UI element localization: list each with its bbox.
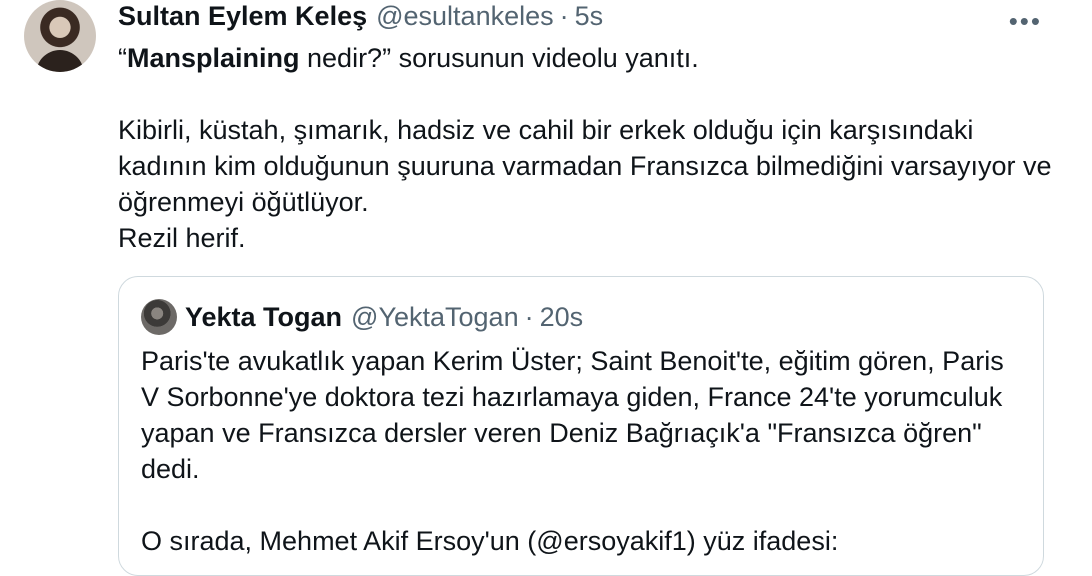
tweet-text-open-quote: “ (118, 43, 127, 73)
tweet-header: Sultan Eylem Keleş @esultankeles · 5s (118, 0, 603, 32)
quoted-tweet-header: Yekta Togan @YektaTogan · 20s (185, 299, 583, 335)
quoted-author-avatar (141, 299, 177, 335)
tweet-text: “Mansplaining nedir?” sorusunun videolu … (118, 40, 1058, 256)
tweet-time[interactable]: 5s (575, 1, 604, 32)
tweet-text-bold: Mansplaining (127, 43, 300, 73)
author-avatar[interactable] (24, 0, 96, 72)
quoted-tweet-text: Paris'te avukatlık yapan Kerim Üster; Sa… (141, 346, 1004, 556)
avatar-figure (36, 50, 84, 72)
author-name[interactable]: Sultan Eylem Keleş (118, 1, 367, 32)
quoted-tweet-time: 20s (539, 301, 584, 332)
separator-dot: · (559, 0, 569, 31)
tweet-text-body: nedir?” sorusunun videolu yanıtı. Kibirl… (118, 43, 1052, 253)
quoted-author-handle: @YektaTogan (351, 301, 519, 332)
quoted-author-name: Yekta Togan (185, 301, 343, 332)
more-options-icon[interactable]: ••• (1009, 6, 1042, 37)
quoted-tweet-card[interactable]: Yekta Togan @YektaTogan · 20s Paris'te a… (118, 276, 1044, 576)
author-handle[interactable]: @esultankeles (376, 1, 554, 32)
quoted-separator-dot: · (524, 301, 534, 332)
